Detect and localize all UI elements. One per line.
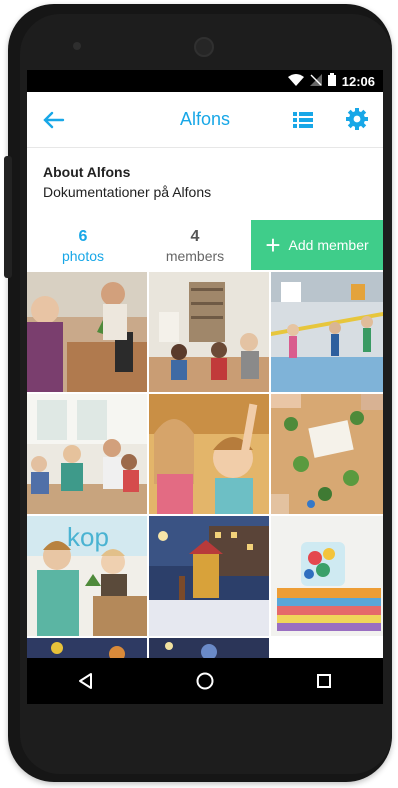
tab-members[interactable]: 4 members	[139, 220, 251, 272]
phone-side-button	[4, 156, 12, 278]
members-count: 4	[190, 228, 200, 245]
status-time: 12:06	[341, 73, 375, 89]
circle-home-icon[interactable]	[185, 661, 225, 701]
add-member-label: Add member	[288, 237, 369, 253]
plus-icon: +	[265, 230, 281, 260]
tab-photos[interactable]: 6 photos	[27, 220, 139, 272]
svg-text:kop: kop	[67, 522, 109, 552]
photo-thumbnail[interactable]	[27, 272, 147, 392]
screen: 12:06 Alfons About Alfons Dokumentatione…	[27, 70, 383, 704]
wifi-icon	[287, 73, 304, 89]
about-heading: About Alfons	[43, 164, 131, 180]
square-recents-icon[interactable]	[304, 661, 344, 701]
members-label: members	[165, 248, 225, 264]
app-bar: Alfons	[27, 92, 383, 148]
photos-count: 6	[78, 228, 88, 245]
photo-thumbnail[interactable]	[271, 394, 383, 514]
gear-icon[interactable]	[345, 107, 369, 131]
photo-thumbnail[interactable]: kop	[27, 516, 147, 636]
triangle-back-icon[interactable]	[66, 661, 106, 701]
front-camera	[73, 42, 81, 50]
photos-label: photos	[61, 248, 105, 264]
status-bar: 12:06	[27, 70, 383, 92]
add-member-button[interactable]: + Add member	[251, 220, 383, 270]
list-icon[interactable]	[291, 109, 315, 131]
earpiece-speaker	[194, 37, 214, 57]
page-title: Alfons	[179, 109, 231, 129]
arrow-left-icon[interactable]	[41, 107, 67, 133]
photo-thumbnail[interactable]	[149, 272, 269, 392]
stats-row: 6 photos 4 members + Add member	[27, 220, 383, 272]
photo-grid: kop	[27, 272, 383, 704]
photo-thumbnail[interactable]	[149, 516, 269, 636]
system-nav-bar	[27, 658, 383, 704]
photo-thumbnail[interactable]	[149, 394, 269, 514]
signal-icon	[309, 73, 322, 89]
photo-thumbnail[interactable]	[271, 272, 383, 392]
battery-icon	[327, 73, 336, 89]
photo-thumbnail[interactable]	[271, 516, 383, 636]
about-section: About Alfons Dokumentationer på Alfons	[27, 148, 383, 212]
about-description: Dokumentationer på Alfons	[43, 184, 212, 200]
photo-thumbnail[interactable]	[27, 394, 147, 514]
